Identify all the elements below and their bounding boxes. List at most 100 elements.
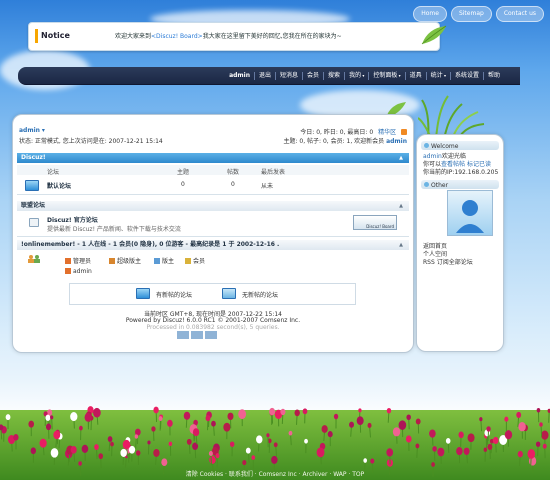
no-new-posts-icon bbox=[222, 288, 236, 299]
notice-tag: Notice bbox=[35, 29, 71, 43]
collapse-icon[interactable]: ▲ bbox=[399, 240, 403, 250]
role-member-label: 会员 bbox=[193, 258, 206, 265]
nav-item-label: 系统设置 bbox=[454, 71, 479, 79]
supermod-role-icon bbox=[109, 258, 115, 264]
online-section-title: !onlinemember! - 1 人在线 - 1 会员(0 隐身), 0 位… bbox=[21, 241, 280, 248]
top-nav: Home Sitemap Contact us bbox=[413, 6, 544, 22]
top-nav-home[interactable]: Home bbox=[413, 6, 447, 22]
today-stats-text: 今日: 0, 昨日: 0, 最高日: 0 bbox=[300, 129, 374, 136]
forum-posts: 0 bbox=[231, 181, 235, 188]
online-roles: 管理员 超级版主 版主 会员 bbox=[17, 254, 409, 266]
online-section-header[interactable]: !onlinemember! - 1 人在线 - 1 会员(0 隐身), 0 位… bbox=[17, 240, 409, 250]
discuz-banner[interactable]: Discuz! Board bbox=[353, 215, 397, 230]
welcome-title: Welcome bbox=[431, 143, 459, 150]
nav-item-label: 控制面板 bbox=[373, 71, 398, 79]
mod-role-icon bbox=[154, 258, 160, 264]
nav-item-10[interactable]: 帮助 bbox=[484, 72, 504, 80]
link-forum-name[interactable]: Discuz! 官方论坛 bbox=[47, 215, 98, 224]
xhtml-badge-icon[interactable] bbox=[177, 331, 189, 339]
role-mod-label: 版主 bbox=[162, 258, 175, 265]
links-section-header[interactable]: 联盟论坛 ▲ bbox=[17, 201, 409, 211]
user-menu[interactable]: admin ▾ bbox=[19, 127, 45, 134]
collapse-icon[interactable]: ▲ bbox=[399, 153, 403, 163]
link-forum-desc: 提供最新 Discuz! 产品新闻、软件下载与技术交流 bbox=[47, 226, 181, 233]
nav-item-5[interactable]: 我的 ▾ bbox=[345, 71, 370, 80]
forum-legend: 有新帖的论坛 无新帖的论坛 bbox=[69, 283, 356, 305]
role-supermod-label: 超级版主 bbox=[117, 258, 142, 265]
nav-item-label: 短消息 bbox=[280, 71, 299, 79]
col-last-post: 最后发表 bbox=[261, 169, 286, 176]
member-role-icon bbox=[185, 258, 191, 264]
username[interactable]: admin bbox=[19, 127, 40, 134]
processed-info: Processed in 0.083982 second(s), 5 queri… bbox=[146, 324, 280, 331]
welcome-header: Welcome bbox=[421, 141, 499, 150]
nav-item-6[interactable]: 控制面板 ▾ bbox=[369, 71, 406, 80]
online-member-name[interactable]: admin bbox=[73, 268, 92, 275]
powered-by: Powered by Discuz! 6.0.0 RC1 © 2001-2007… bbox=[125, 317, 301, 324]
leaf-icon bbox=[421, 25, 447, 45]
online-member[interactable]: admin bbox=[65, 268, 92, 275]
new-posts-icon bbox=[136, 288, 150, 299]
collapse-icon[interactable]: ▲ bbox=[399, 201, 403, 211]
totals-text: 主题: 0, 帖子: 0, 会员: 1, 欢迎新会员 bbox=[283, 138, 385, 145]
nav-item-1[interactable]: 退出 bbox=[255, 71, 277, 80]
link-forum-icon bbox=[29, 218, 39, 227]
main-panel: admin ▾ 状态: 正常模式, 您上次访问是在: 2007-12-21 15… bbox=[12, 114, 414, 353]
nav-item-label: 会员 bbox=[307, 71, 320, 79]
rss-icon[interactable] bbox=[401, 129, 407, 135]
chevron-down-icon: ▾ bbox=[442, 72, 446, 78]
top-nav-contact[interactable]: Contact us bbox=[495, 6, 544, 22]
role-supermod: 超级版主 bbox=[109, 256, 141, 265]
online-members: admin bbox=[17, 267, 409, 277]
col-topics: 主题 bbox=[177, 169, 190, 176]
nav-item-2[interactable]: 短消息 bbox=[276, 71, 304, 80]
forum-icon bbox=[25, 180, 39, 191]
list-item: Discuz! 官方论坛 提供最新 Discuz! 产品新闻、软件下载与技术交流… bbox=[17, 212, 409, 237]
other-header: Other bbox=[421, 180, 499, 189]
tulip-field-image bbox=[0, 406, 550, 480]
grass-icon bbox=[418, 95, 485, 140]
forum-section-title: Discuz! bbox=[21, 154, 46, 161]
nav-item-4[interactable]: 搜索 bbox=[324, 71, 346, 80]
forum-topics: 0 bbox=[181, 181, 185, 188]
nav-item-3[interactable]: 会员 bbox=[303, 71, 325, 80]
group-icon bbox=[27, 254, 41, 264]
notice-text-end: 我大家在这里留下美好的回忆,您我在所在的家块为~ bbox=[202, 33, 342, 40]
role-admin-label: 管理员 bbox=[73, 258, 92, 265]
table-row: 默认论坛 0 0 从未 bbox=[17, 176, 409, 195]
nav-item-label: 退出 bbox=[259, 71, 272, 79]
bullet-icon bbox=[424, 182, 429, 187]
notice-text: 欢迎大家来到<Discuz! Board>我大家在这里留下美好的回忆,您我在所在… bbox=[115, 31, 342, 40]
newest-member-link[interactable]: admin bbox=[386, 138, 407, 145]
nav-item-9[interactable]: 系统设置 bbox=[451, 71, 484, 80]
forum-section-header[interactable]: Discuz! ▲ bbox=[17, 153, 409, 163]
essence-link[interactable]: 精华区 bbox=[378, 129, 396, 136]
nav-item-7[interactable]: 道具 bbox=[406, 71, 427, 80]
main-nav: admin 退出 短消息 会员 搜索 我的 ▾ 控制面板 ▾ 道具 统计 ▾ 系统设置 帮助 bbox=[18, 67, 520, 85]
nav-item-label: 搜索 bbox=[328, 71, 341, 79]
sidebar-link-rss[interactable]: RSS 订阅全部论坛 bbox=[423, 257, 473, 266]
role-member: 会员 bbox=[185, 256, 205, 265]
notice-text-start: 欢迎大家来到 bbox=[115, 33, 152, 40]
notice-bar: Notice 欢迎大家来到<Discuz! Board>我大家在这里留下美好的回… bbox=[28, 22, 440, 51]
role-mod: 版主 bbox=[154, 256, 174, 265]
legend-new: 有新帖的论坛 bbox=[156, 292, 193, 299]
top-nav-sitemap[interactable]: Sitemap bbox=[450, 6, 492, 22]
css-badge-icon[interactable] bbox=[191, 331, 203, 339]
validator-badges bbox=[177, 331, 217, 339]
total-stats: 主题: 0, 帖子: 0, 会员: 1, 欢迎新会员 admin bbox=[283, 136, 407, 145]
sidebar: Welcome admin欢迎光临 你可以查看帖帖 标记已读 你当前的IP:19… bbox=[416, 134, 504, 352]
rss-badge-icon[interactable] bbox=[205, 331, 217, 339]
nav-item-8[interactable]: 统计 ▾ bbox=[427, 71, 451, 80]
bullet-icon bbox=[424, 143, 429, 148]
forum-table-header: 论坛 主题 帖数 最后发表 bbox=[17, 165, 409, 176]
user-avatar-icon bbox=[456, 200, 484, 233]
footer-links[interactable]: 清除 Cookies · 联系我们 · Comsenz Inc · Archiv… bbox=[0, 469, 550, 478]
notice-board-link[interactable]: <Discuz! Board> bbox=[151, 33, 203, 40]
col-posts: 帖数 bbox=[227, 169, 240, 176]
chevron-down-icon: ▾ bbox=[397, 72, 401, 78]
nav-item-label: 帮助 bbox=[487, 71, 500, 79]
forum-name[interactable]: 默认论坛 bbox=[47, 181, 71, 190]
nav-item-0[interactable]: admin bbox=[225, 71, 255, 80]
avatar[interactable] bbox=[447, 190, 493, 236]
